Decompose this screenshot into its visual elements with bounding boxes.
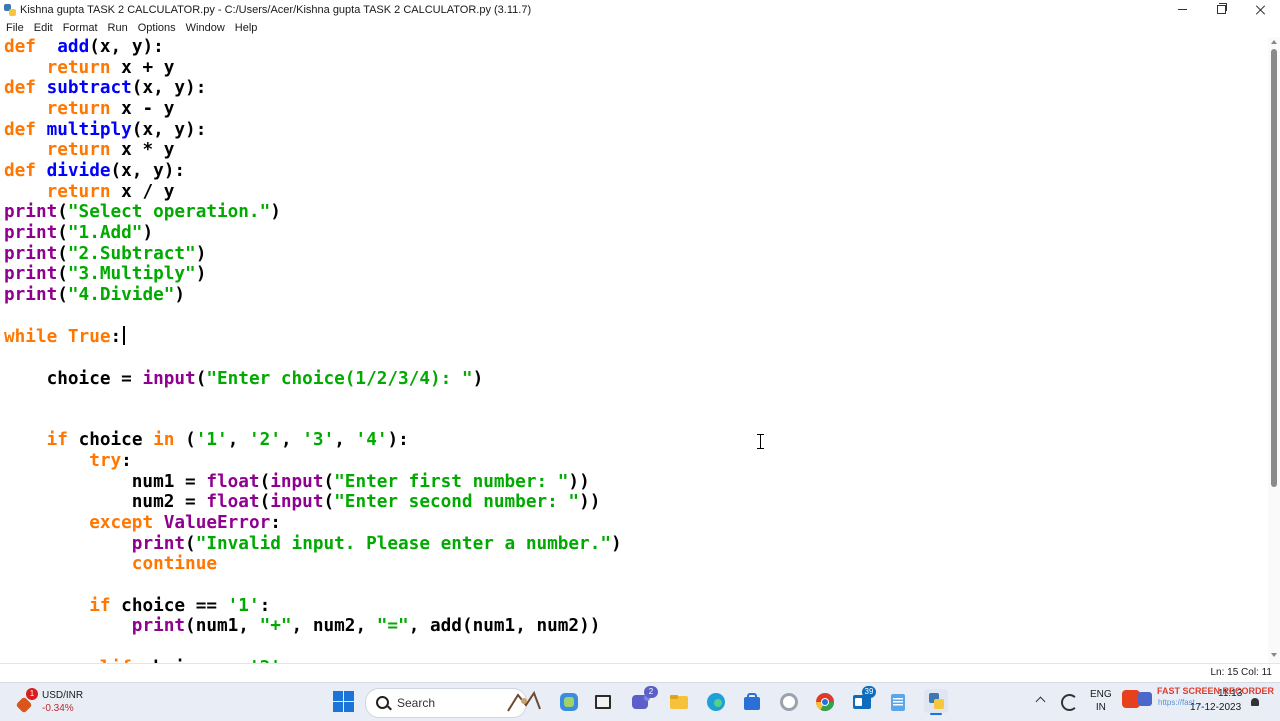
code-line: return x * y <box>46 140 175 161</box>
language-indicator[interactable]: ENG IN <box>1090 688 1112 714</box>
code-line: print(num1, "+", num2, "=", add(num1, nu… <box>131 616 601 637</box>
code-line: print("Select operation.") <box>4 202 281 223</box>
text-caret <box>123 326 126 346</box>
code-line: except ValueError: <box>89 513 281 534</box>
menu-format[interactable]: Format <box>58 19 103 37</box>
ibeam-cursor-icon <box>757 434 765 449</box>
scroll-down-icon[interactable] <box>1271 653 1277 657</box>
menu-edit[interactable]: Edit <box>29 19 58 37</box>
file-explorer-icon[interactable] <box>668 691 690 713</box>
language-code: ENG <box>1090 689 1112 700</box>
vertical-scrollbar[interactable] <box>1268 37 1280 663</box>
menu-window[interactable]: Window <box>181 19 230 37</box>
close-icon <box>1256 5 1266 15</box>
code-line: return x + y <box>46 57 175 78</box>
menu-help[interactable]: Help <box>230 19 263 37</box>
task-view-icon[interactable] <box>592 691 614 713</box>
taskbar: 1 USD/INR -0.34% Search 2 39 ENG IN FAST… <box>0 682 1280 721</box>
code-line: num1 = float(input("Enter first number: … <box>4 471 590 492</box>
edge-icon[interactable] <box>705 691 727 713</box>
code-line: def add(x, y): <box>4 37 164 57</box>
title-bar: Kishna gupta TASK 2 CALCULATOR.py - C:/U… <box>0 0 1280 19</box>
notification-bell-icon[interactable] <box>1251 698 1259 706</box>
code-line: if choice in ('1', '2', '3', '4'): <box>46 430 409 451</box>
code-line: return x - y <box>46 98 175 119</box>
menu-bar: File Edit Format Run Options Window Help <box>0 19 1280 38</box>
code-line: print("Invalid input. Please enter a num… <box>131 533 622 554</box>
weather-finance-widget[interactable]: 1 USD/INR -0.34% <box>15 687 106 717</box>
volume-tray-icon[interactable] <box>1138 692 1152 706</box>
code-editor[interactable]: def add(x, y): return x + y def subtract… <box>0 37 1268 663</box>
copilot-icon[interactable] <box>558 691 580 713</box>
code-line: while True: <box>4 326 126 347</box>
window-title: Kishna gupta TASK 2 CALCULATOR.py - C:/U… <box>20 3 532 16</box>
code-line: def divide(x, y): <box>4 160 186 181</box>
minimize-icon <box>1178 9 1187 10</box>
status-bar: Ln: 15 Col: 11 <box>0 663 1280 683</box>
sync-icon[interactable] <box>1061 694 1078 711</box>
code-text[interactable]: def add(x, y): return x + y def subtract… <box>4 37 622 663</box>
menu-file[interactable]: File <box>0 19 29 37</box>
cursor-position: Ln: 15 Col: 11 <box>1210 667 1272 678</box>
start-button[interactable] <box>333 691 355 713</box>
widget-title: USD/INR <box>42 690 84 701</box>
minimize-button[interactable] <box>1163 0 1202 19</box>
store-icon[interactable] <box>741 691 763 713</box>
code-line: try: <box>89 451 132 472</box>
notepad-icon[interactable] <box>887 691 909 713</box>
code-line: print("2.Subtract") <box>4 243 207 264</box>
code-line: def subtract(x, y): <box>4 78 207 99</box>
scroll-thumb[interactable] <box>1271 49 1277 487</box>
search-highlight-icon <box>507 690 541 712</box>
search-icon <box>376 696 389 709</box>
taskbar-search[interactable]: Search <box>365 688 541 718</box>
code-line: num2 = float(input("Enter second number:… <box>4 492 601 513</box>
code-line: print("1.Add") <box>4 222 154 243</box>
code-line: if choice == '1': <box>89 595 271 616</box>
window-controls <box>1163 0 1280 19</box>
whatsapp-icon[interactable] <box>778 691 800 713</box>
code-line: print("4.Divide") <box>4 284 186 305</box>
search-label: Search <box>397 696 436 710</box>
scroll-up-icon[interactable] <box>1271 40 1277 44</box>
recorder-watermark: FAST SCREEN RECORDER <box>1157 686 1275 696</box>
restore-icon <box>1217 3 1227 14</box>
menu-options[interactable]: Options <box>133 19 181 37</box>
code-line: choice = input("Enter choice(1/2/3/4): "… <box>4 368 484 389</box>
clock-date[interactable]: 17-12-2023 <box>1190 702 1241 713</box>
code-line: print("3.Multiply") <box>4 264 207 285</box>
clock-time[interactable]: 11:13 <box>1218 688 1242 699</box>
language-region: IN <box>1095 702 1106 713</box>
restore-button[interactable] <box>1202 0 1241 19</box>
code-line: def multiply(x, y): <box>4 119 207 140</box>
code-line: return x / y <box>46 181 175 202</box>
teams-badge: 2 <box>644 686 658 698</box>
close-button[interactable] <box>1241 0 1280 19</box>
chrome-icon[interactable] <box>814 691 836 713</box>
code-line: continue <box>131 554 217 575</box>
python-idle-taskbar-icon[interactable] <box>924 689 948 715</box>
show-hidden-icons-icon[interactable] <box>1035 696 1046 707</box>
outlook-badge: 39 <box>862 686 876 698</box>
python-idle-icon <box>4 3 16 16</box>
menu-run[interactable]: Run <box>103 19 133 37</box>
widget-value: -0.34% <box>42 703 74 714</box>
widget-badge: 1 <box>26 688 38 700</box>
windows-logo-icon <box>333 691 343 701</box>
